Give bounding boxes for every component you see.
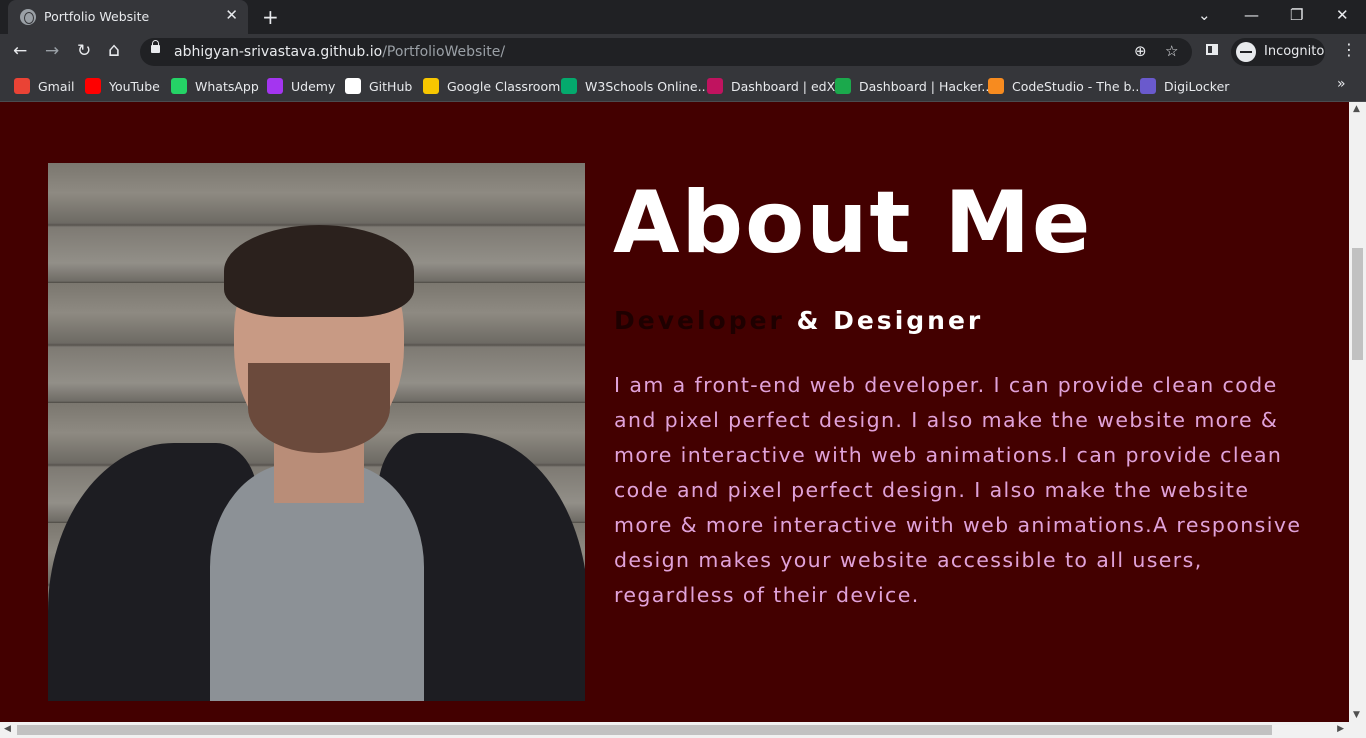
about-section: About Me Developer & Designer I am a fro…: [0, 102, 1349, 722]
browser-menu-icon[interactable]: ⋮: [1341, 40, 1357, 59]
incognito-label: Incognito: [1264, 44, 1325, 59]
bookmark-codestudio[interactable]: CodeStudio - The b...: [988, 76, 1143, 96]
vertical-scroll-thumb[interactable]: [1352, 248, 1363, 360]
tab-close-icon[interactable]: ✕: [225, 6, 238, 24]
profile-photo: [48, 163, 585, 701]
browser-toolbar: ← → ↻ ⌂ abhigyan-srivastava.github.io/Po…: [0, 34, 1366, 70]
bookmark-label: DigiLocker: [1164, 78, 1230, 94]
bookmarks-bar: Gmail YouTube WhatsApp Udemy GitHub Goog…: [0, 70, 1366, 102]
bookmark-label: CodeStudio - The b...: [1012, 78, 1144, 94]
bookmarks-overflow-button[interactable]: »: [1337, 76, 1346, 92]
bookmark-hackerrank[interactable]: Dashboard | Hacker...: [835, 76, 993, 96]
home-button[interactable]: ⌂: [108, 39, 120, 61]
youtube-icon: [85, 78, 101, 94]
horizontal-scrollbar[interactable]: ◀ ▶: [0, 722, 1366, 738]
incognito-icon: [1236, 42, 1256, 62]
bookmark-edx[interactable]: Dashboard | edX: [707, 76, 835, 96]
reload-button[interactable]: ↻: [77, 41, 91, 61]
role-subtitle: Developer & Designer: [614, 306, 983, 335]
back-button[interactable]: ←: [13, 41, 27, 61]
incognito-profile-button[interactable]: Incognito: [1231, 38, 1325, 66]
bookmark-label: Dashboard | Hacker...: [859, 78, 994, 94]
scroll-right-arrow-icon[interactable]: ▶: [1337, 724, 1344, 734]
url-host: abhigyan-srivastava.github.io: [174, 44, 383, 60]
globe-icon: [20, 9, 36, 25]
bookmark-label: WhatsApp: [195, 78, 259, 94]
whatsapp-icon: [171, 78, 187, 94]
hackerrank-icon: [835, 78, 851, 94]
google-classroom-icon: [423, 78, 439, 94]
bookmark-google-classroom[interactable]: Google Classroom: [423, 76, 560, 96]
role-developer: Developer: [614, 306, 785, 335]
close-window-button[interactable]: ✕: [1336, 6, 1349, 24]
horizontal-scroll-thumb[interactable]: [17, 725, 1272, 735]
side-panel-icon[interactable]: [1206, 44, 1218, 55]
bookmark-label: YouTube: [109, 78, 160, 94]
bookmark-label: Udemy: [291, 78, 336, 94]
bookmark-youtube[interactable]: YouTube: [85, 76, 160, 96]
tab-search-icon[interactable]: ⌄: [1198, 6, 1211, 24]
zoom-icon[interactable]: ⊕: [1134, 42, 1147, 60]
udemy-icon: [267, 78, 283, 94]
tab-strip: Portfolio Website ✕ + ⌄ — ❐ ✕: [0, 0, 1366, 34]
lock-icon[interactable]: [151, 40, 160, 53]
browser-tab[interactable]: Portfolio Website ✕: [8, 0, 248, 34]
scroll-down-arrow-icon[interactable]: ▼: [1353, 710, 1360, 720]
bookmark-github[interactable]: GitHub: [345, 76, 412, 96]
vertical-scrollbar[interactable]: ▲ ▼: [1349, 102, 1366, 722]
role-designer: & Designer: [784, 306, 984, 335]
url-text[interactable]: abhigyan-srivastava.github.io/PortfolioW…: [174, 44, 505, 60]
w3schools-icon: [561, 78, 577, 94]
github-icon: [345, 78, 361, 94]
photo-hair: [224, 225, 414, 317]
tab-title: Portfolio Website: [44, 9, 150, 24]
bio-paragraph: I am a front-end web developer. I can pr…: [614, 373, 1302, 607]
new-tab-button[interactable]: +: [262, 5, 279, 29]
bookmark-star-icon[interactable]: ☆: [1165, 42, 1178, 60]
bookmark-label: GitHub: [369, 78, 413, 94]
bookmark-whatsapp[interactable]: WhatsApp: [171, 76, 259, 96]
bookmark-label: Google Classroom: [447, 78, 561, 94]
bookmark-label: Gmail: [38, 78, 75, 94]
bookmark-label: W3Schools Online...: [585, 78, 710, 94]
section-heading: About Me: [613, 173, 1093, 273]
bookmark-w3schools[interactable]: W3Schools Online...: [561, 76, 710, 96]
edx-icon: [707, 78, 723, 94]
minimize-button[interactable]: —: [1244, 6, 1259, 24]
url-path: /PortfolioWebsite/: [382, 44, 506, 60]
scroll-left-arrow-icon[interactable]: ◀: [4, 724, 11, 734]
codestudio-icon: [988, 78, 1004, 94]
bookmark-label: Dashboard | edX: [731, 78, 836, 94]
photo-beard: [248, 363, 390, 453]
bookmark-gmail[interactable]: Gmail: [14, 76, 74, 96]
digilocker-icon: [1140, 78, 1156, 94]
gmail-icon: [14, 78, 30, 94]
forward-button[interactable]: →: [45, 41, 59, 61]
bookmark-digilocker[interactable]: DigiLocker: [1140, 76, 1229, 96]
address-bar[interactable]: abhigyan-srivastava.github.io/PortfolioW…: [140, 38, 1192, 66]
scroll-up-arrow-icon[interactable]: ▲: [1353, 104, 1360, 114]
bookmark-udemy[interactable]: Udemy: [267, 76, 335, 96]
restore-button[interactable]: ❐: [1290, 6, 1303, 24]
